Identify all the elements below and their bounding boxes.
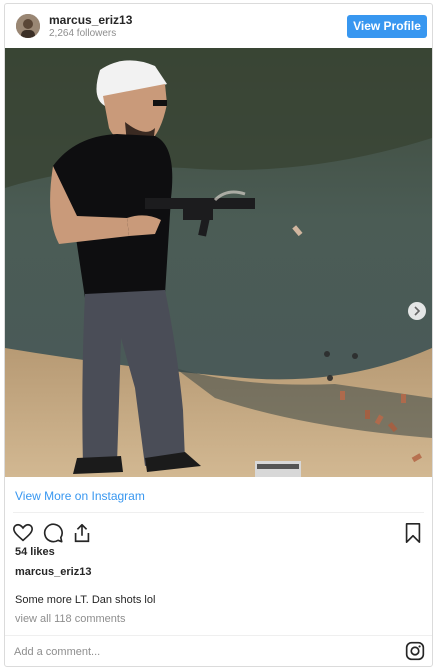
comment-icon	[43, 523, 63, 543]
chevron-right-icon	[414, 306, 421, 316]
view-profile-button[interactable]: View Profile	[347, 15, 427, 38]
bookmark-icon	[405, 523, 421, 543]
divider	[13, 512, 424, 513]
photo-image	[5, 48, 432, 477]
next-photo-button[interactable]	[408, 302, 426, 320]
comment-button[interactable]	[42, 522, 64, 544]
profile-username[interactable]: marcus_eriz13	[49, 13, 132, 27]
post-header: marcus_eriz13 2,264 followers View Profi…	[5, 4, 432, 48]
caption-username[interactable]: marcus_eriz13	[15, 566, 91, 578]
instagram-logo-button[interactable]	[405, 641, 425, 661]
heart-icon	[13, 523, 33, 542]
follower-count: 2,264 followers	[49, 28, 117, 39]
divider	[5, 635, 432, 636]
share-icon	[74, 523, 90, 543]
caption-text: Some more LT. Dan shots lol	[15, 594, 156, 606]
view-more-on-instagram-link[interactable]: View More on Instagram	[15, 489, 145, 503]
action-bar	[5, 518, 432, 546]
instagram-icon	[405, 641, 425, 661]
share-button[interactable]	[71, 522, 93, 544]
add-comment-input[interactable]	[14, 644, 384, 660]
user-avatar-icon	[16, 14, 40, 38]
avatar[interactable]	[16, 14, 40, 38]
instagram-embed-card: marcus_eriz13 2,264 followers View Profi…	[4, 3, 433, 667]
post-photo[interactable]	[5, 48, 432, 477]
like-count: 54 likes	[15, 546, 55, 558]
view-all-comments-link[interactable]: view all 118 comments	[15, 613, 125, 625]
save-button[interactable]	[402, 522, 424, 544]
like-button[interactable]	[12, 522, 34, 544]
